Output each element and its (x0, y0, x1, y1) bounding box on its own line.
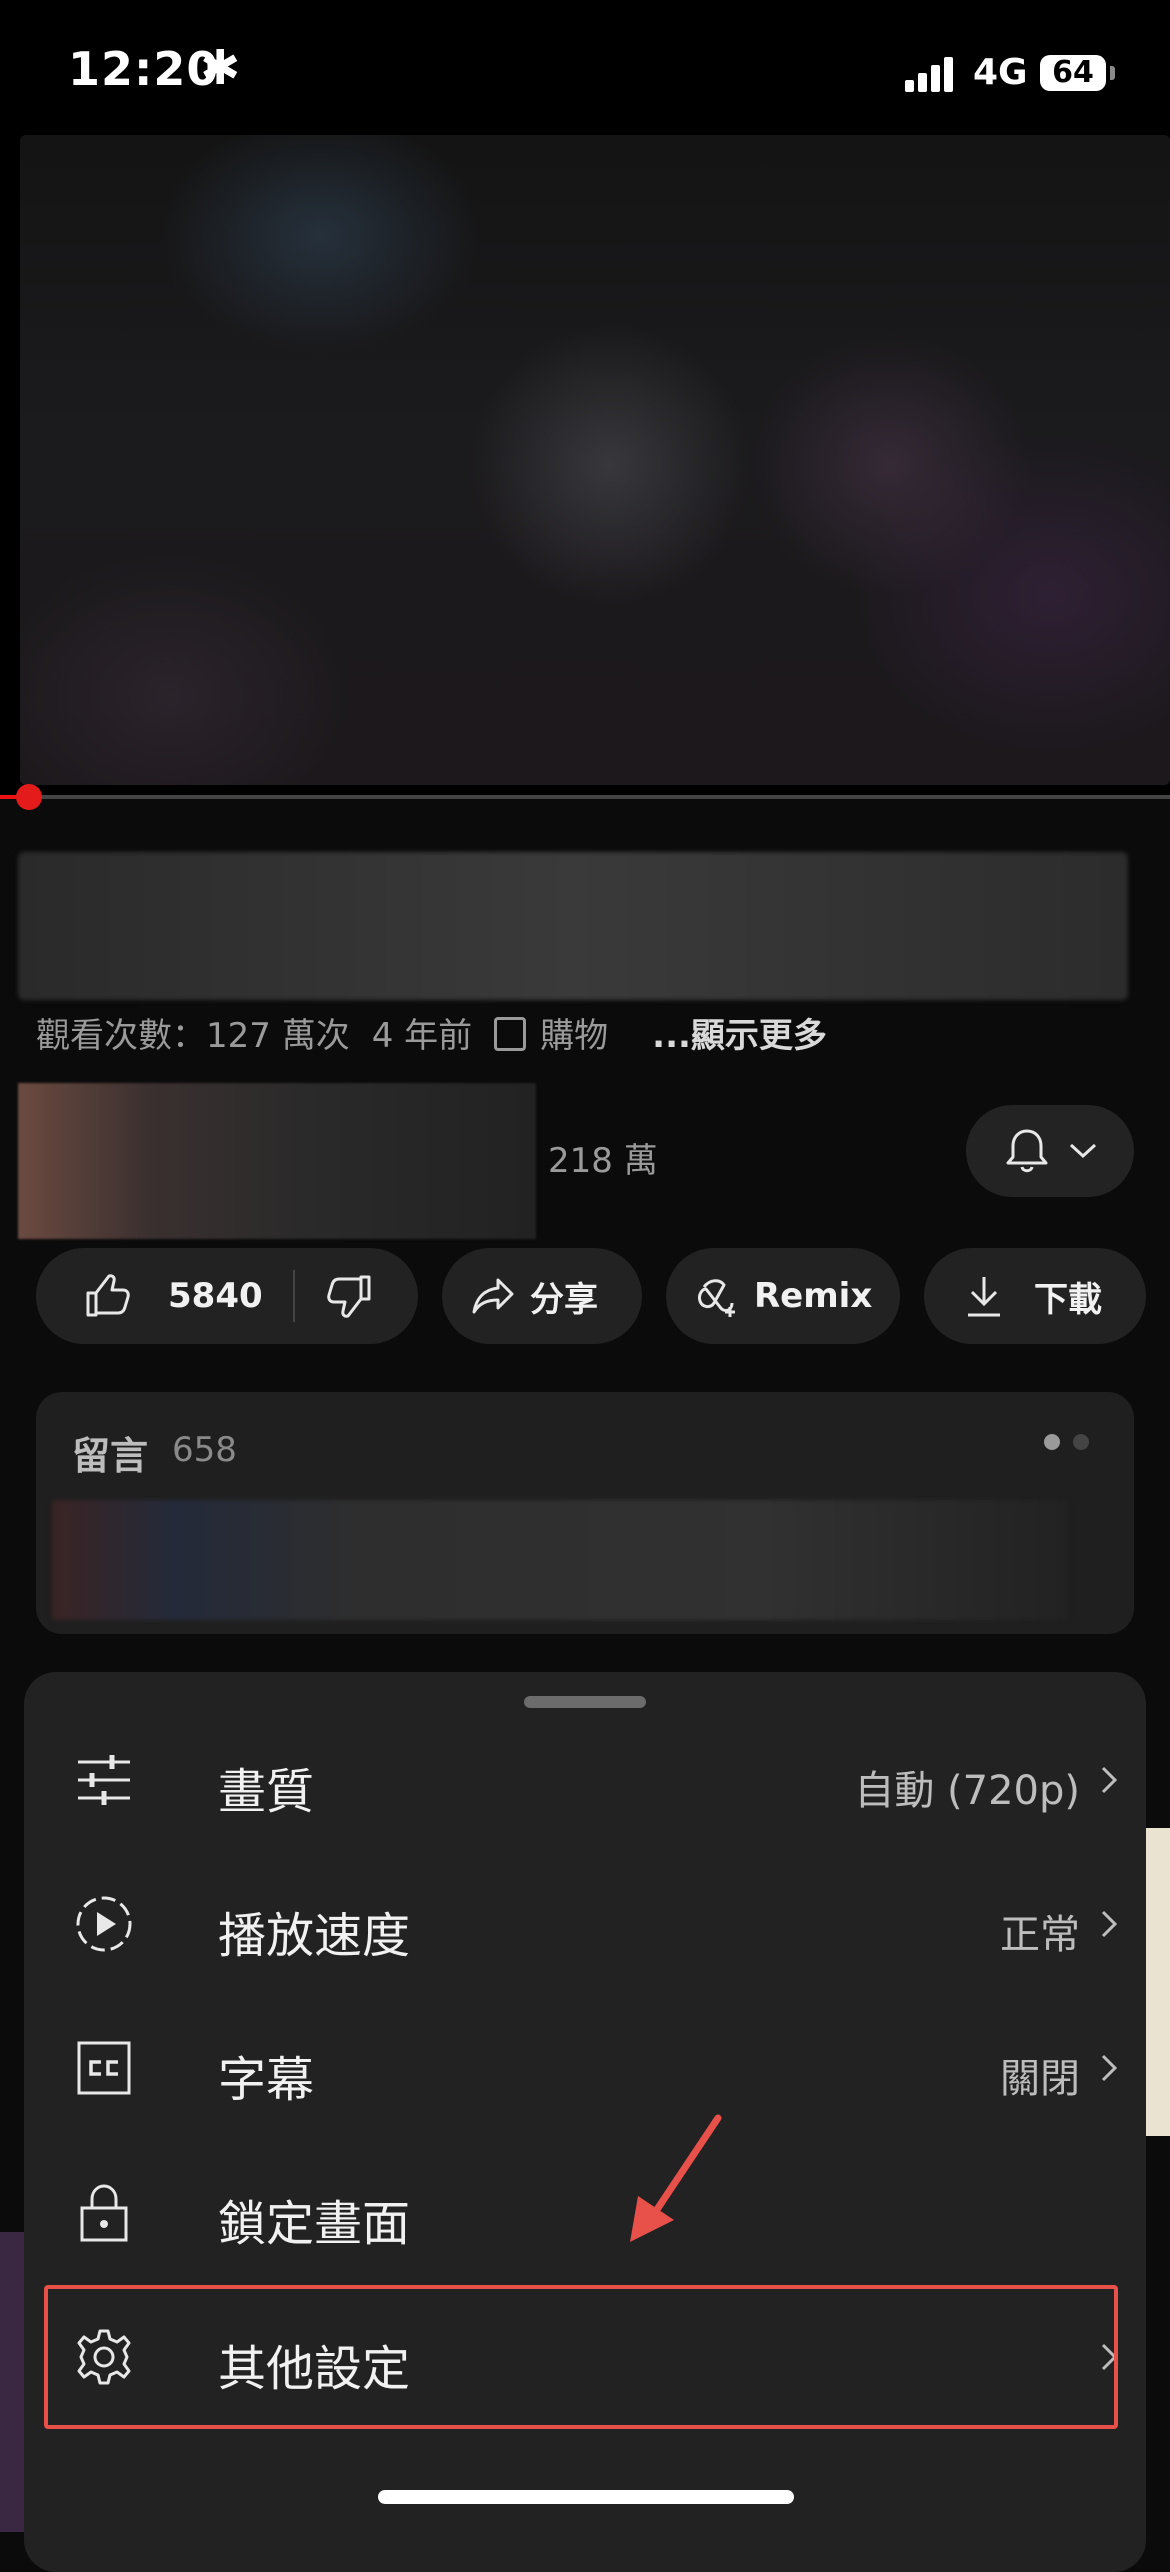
share-label: 分享 (530, 1279, 598, 1320)
progress-track[interactable] (0, 795, 1170, 799)
subscriber-count: 218 萬 (548, 1141, 658, 1181)
download-icon (968, 1277, 1000, 1317)
chevron-right-icon (1101, 1766, 1118, 1794)
video-frame (20, 135, 1170, 785)
channel-info-redacted[interactable] (18, 1083, 536, 1239)
annotation-arrow-icon (630, 2114, 722, 2242)
video-title-redacted[interactable] (18, 852, 1128, 1000)
menu-label: 播放速度 (218, 1908, 411, 1964)
sheet-drag-handle[interactable] (524, 1696, 646, 1708)
home-indicator[interactable] (378, 2490, 794, 2504)
view-count: 觀看次數：127 萬次 (36, 1016, 350, 1056)
comment-preview-redacted (52, 1500, 1068, 1620)
menu-value: 自動 (720p) (854, 1768, 1080, 1814)
comments-title: 留言 (72, 1434, 149, 1478)
chevron-right-icon (1101, 1910, 1118, 1938)
notification-bell-button[interactable] (966, 1105, 1134, 1197)
page-indicator-dot-active (1044, 1434, 1060, 1450)
playback-speed-icon (76, 1896, 132, 1952)
chevron-down-icon (1069, 1143, 1097, 1159)
menu-value: 正常 (1000, 1912, 1080, 1958)
network-type: 4G (973, 52, 1028, 93)
show-more-link[interactable]: ...顯示更多 (652, 1016, 827, 1056)
thumbs-down-icon[interactable] (325, 1271, 375, 1321)
remix-label: Remix (754, 1276, 873, 1316)
sliders-icon (78, 1755, 130, 1805)
lock-icon (80, 2184, 128, 2242)
status-time: 12:20 (68, 42, 220, 96)
pill-divider (292, 1270, 295, 1322)
menu-label: 鎖定畫面 (218, 2196, 411, 2252)
background-thumbnail-left (0, 2232, 24, 2532)
annotation-highlight-box (44, 2285, 1118, 2429)
menu-item-captions[interactable]: 字幕 關閉 (24, 1996, 1146, 2140)
menu-item-quality[interactable]: 畫質 自動 (720p) (24, 1708, 1146, 1852)
menu-label: 畫質 (218, 1764, 315, 1820)
asterisk-icon: ✱ (200, 40, 241, 96)
video-meta[interactable]: 觀看次數：127 萬次 4 年前 購物 ...顯示更多 (36, 1008, 849, 1057)
video-player[interactable] (0, 135, 1170, 795)
download-label: 下載 (1034, 1279, 1102, 1320)
menu-label: 字幕 (218, 2052, 315, 2108)
like-dislike-group: 5840 (36, 1248, 418, 1344)
battery-icon: 64 (1040, 55, 1106, 91)
download-button[interactable]: 下載 (924, 1248, 1146, 1344)
like-count[interactable]: 5840 (168, 1276, 263, 1316)
menu-item-lock-screen[interactable]: 鎖定畫面 (24, 2140, 1146, 2284)
progress-scrubber[interactable] (16, 784, 42, 810)
comments-count: 658 (172, 1430, 237, 1470)
remix-icon (698, 1279, 735, 1317)
menu-item-playback-speed[interactable]: 播放速度 正常 (24, 1852, 1146, 1996)
bell-icon (1006, 1129, 1048, 1173)
upload-age: 4 年前 (371, 1016, 473, 1056)
shopping-bag-icon (494, 1017, 527, 1051)
remix-button[interactable]: Remix (666, 1248, 900, 1344)
shopping-label: 購物 (540, 1016, 609, 1056)
cellular-signal-icon (905, 54, 953, 92)
chevron-right-icon (1101, 2054, 1118, 2082)
page-indicator-dot (1073, 1434, 1089, 1450)
thumbs-up-icon[interactable] (82, 1271, 132, 1321)
share-button[interactable]: 分享 (442, 1248, 642, 1344)
share-icon (472, 1278, 514, 1314)
battery-tip (1110, 66, 1115, 80)
shopping-link[interactable]: 購物 (494, 1016, 630, 1056)
menu-value: 關閉 (1000, 2056, 1080, 2102)
captions-icon (77, 2041, 131, 2095)
